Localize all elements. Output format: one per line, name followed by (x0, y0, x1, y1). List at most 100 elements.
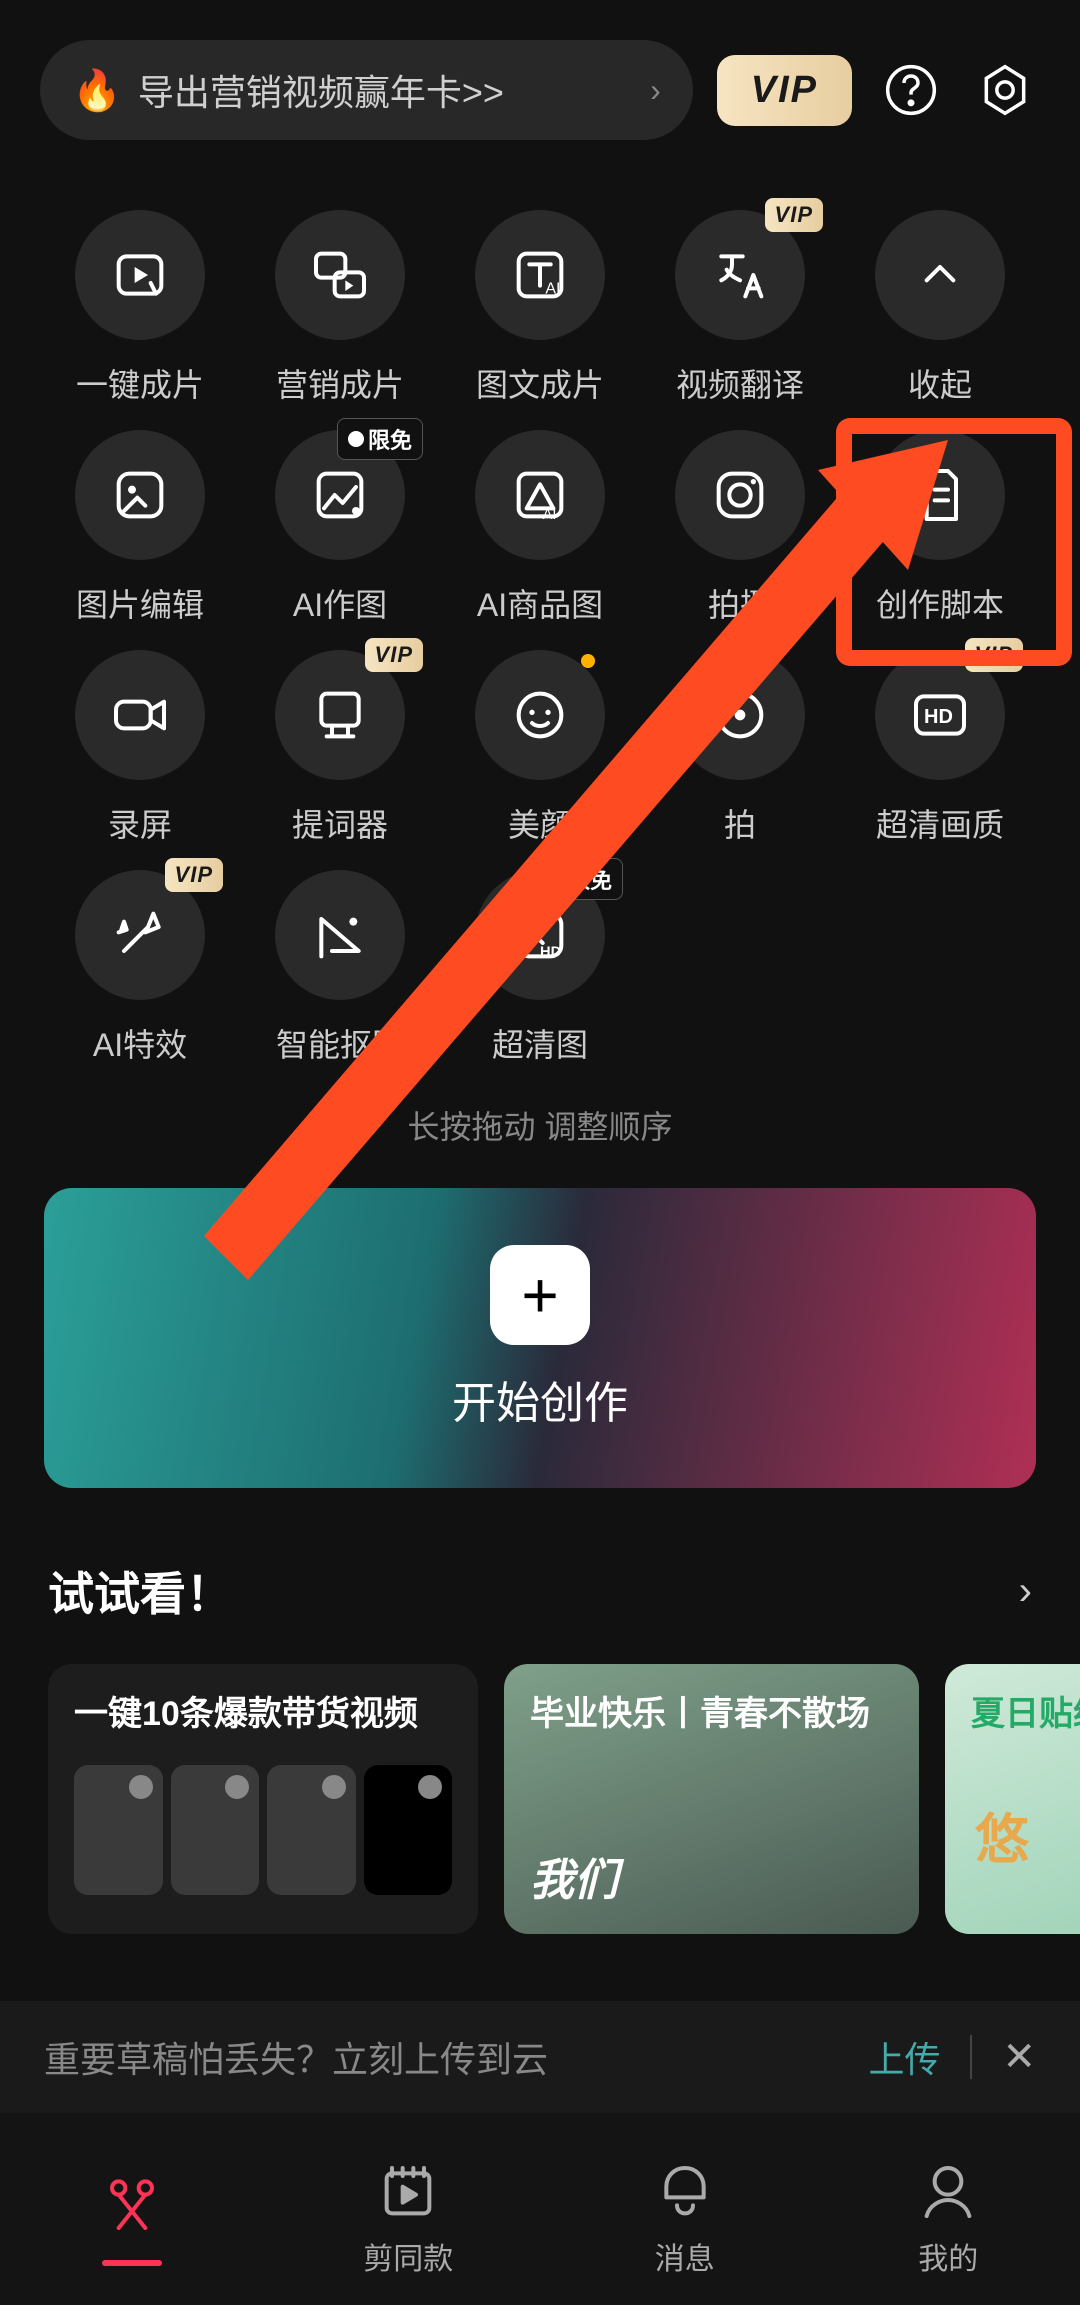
tool-label: 超清画质 (876, 800, 1004, 846)
svg-text:HD: HD (924, 706, 953, 728)
upload-bar: 重要草稿怕丢失？立刻上传到云 上传 ✕ (0, 2001, 1080, 2113)
card-title: 一键10条爆款带货视频 (74, 1686, 452, 1735)
notification-dot (581, 654, 595, 668)
template-card[interactable]: 一键10条爆款带货视频 (48, 1664, 478, 1934)
tool-label: AI商品图 (477, 580, 603, 626)
prompter-icon: VIP (275, 650, 405, 780)
create-label: 开始创作 (452, 1367, 628, 1431)
tool-text-ai[interactable]: AI 图文成片 (440, 210, 640, 406)
tool-translate[interactable]: VIP 视频翻译 (640, 210, 840, 406)
record-icon (75, 650, 205, 780)
tool-ai-product[interactable]: AI AI商品图 (440, 430, 640, 626)
thumb (171, 1765, 260, 1895)
nav-template[interactable]: 剪同款 (363, 2160, 453, 2278)
tool-label: 超清图 (492, 1020, 588, 1066)
upload-text: 重要草稿怕丢失？立刻上传到云 (44, 2031, 548, 2083)
collapse-icon (875, 210, 1005, 340)
promo-text: 导出营销视频赢年卡>> (138, 64, 504, 116)
tool-label: 录屏 (108, 800, 172, 846)
tool-label: 一键成片 (76, 360, 204, 406)
close-icon[interactable]: ✕ (1002, 2034, 1036, 2080)
tool-label: 图片编辑 (76, 580, 204, 626)
tool-video-flash[interactable]: 一键成片 (40, 210, 240, 406)
nav-profile[interactable]: 我的 (916, 2160, 980, 2278)
tool-ai-fx[interactable]: VIP AI特效 (40, 870, 240, 1066)
bottom-nav: 剪同款 消息 我的 (0, 2113, 1080, 2305)
card-overlay: 我们 (530, 1844, 618, 1908)
camera-icon (675, 430, 805, 560)
card-title: 毕业快乐丨青春不散场 (530, 1686, 893, 1735)
tool-pic-edit[interactable]: 图片编辑 (40, 430, 240, 626)
ai-fx-icon: VIP (75, 870, 205, 1000)
thumb (267, 1765, 356, 1895)
ai-product-icon: AI (475, 430, 605, 560)
tool-label: 视频翻译 (676, 360, 804, 406)
tool-label: 提词器 (292, 800, 388, 846)
plus-icon[interactable]: + (490, 1245, 590, 1345)
tool-label: 营销成片 (276, 360, 404, 406)
pic-edit-icon (75, 430, 205, 560)
settings-icon[interactable] (970, 55, 1040, 125)
tool-label: 智能抠图 (276, 1020, 404, 1066)
tool-label: 拍摄 (708, 580, 772, 626)
tool-label: AI作图 (293, 580, 387, 626)
thumb (364, 1765, 453, 1895)
thumb (74, 1765, 163, 1895)
tool-collapse[interactable]: 收起 (840, 210, 1040, 406)
nav-edit[interactable] (100, 2172, 164, 2266)
nav-label: 剪同款 (363, 2234, 453, 2278)
card-title: 夏日贴纸 (971, 1686, 1080, 1735)
divider (970, 2035, 972, 2079)
section-title: 试试看！ (48, 1558, 232, 1624)
video-flash-icon (75, 210, 205, 340)
create-card[interactable]: + 开始创作 (44, 1188, 1036, 1488)
template-card[interactable]: 毕业快乐丨青春不散场 我们 (504, 1664, 919, 1934)
tool-hd[interactable]: HDVIP 超清画质 (840, 650, 1040, 846)
snap-icon (675, 650, 805, 780)
help-icon[interactable] (876, 55, 946, 125)
nav-messages[interactable]: 消息 (653, 2160, 717, 2278)
promo-pill[interactable]: 🔥 导出营销视频赢年卡>> › (40, 40, 693, 140)
nav-label: 我的 (918, 2234, 978, 2278)
card-overlay: 悠 (975, 1795, 1029, 1874)
vip-badge[interactable]: VIP (717, 55, 852, 126)
hd-pic-icon: HD限免 (475, 870, 605, 1000)
hd-icon: HDVIP (875, 650, 1005, 780)
nav-underline (102, 2260, 162, 2266)
tool-snap[interactable]: 拍 (640, 650, 840, 846)
tool-label: 收起 (908, 360, 972, 406)
tool-label: 拍 (724, 800, 756, 846)
tool-cutout[interactable]: 智能抠图 (240, 870, 440, 1066)
text-ai-icon: AI (475, 210, 605, 340)
tool-label: AI特效 (93, 1020, 187, 1066)
vip-tag-icon: VIP (365, 638, 423, 672)
tool-label: 美颜 (508, 800, 572, 846)
tool-marketing[interactable]: 营销成片 (240, 210, 440, 406)
annotation-highlight-box (836, 418, 1072, 666)
tool-hd-pic[interactable]: HD限免 超清图 (440, 870, 640, 1066)
free-tag-icon: 限免 (337, 418, 423, 460)
svg-text:AI: AI (543, 507, 557, 523)
tool-record[interactable]: 录屏 (40, 650, 240, 846)
vip-tag-icon: VIP (765, 198, 823, 232)
chevron-right-icon: › (650, 72, 661, 109)
top-bar: 🔥 导出营销视频赢年卡>> › VIP (0, 0, 1080, 170)
tool-camera[interactable]: 拍摄 (640, 430, 840, 626)
svg-text:AI: AI (545, 281, 560, 298)
card-row: 一键10条爆款带货视频 毕业快乐丨青春不散场 我们 夏日贴纸 悠 (0, 1664, 1080, 1934)
tool-prompter[interactable]: VIP 提词器 (240, 650, 440, 846)
tool-ai-draw[interactable]: 限免 AI作图 (240, 430, 440, 626)
section-header: 试试看！ › (0, 1488, 1080, 1664)
free-tag-icon: 限免 (537, 858, 623, 900)
translate-icon: VIP (675, 210, 805, 340)
template-card[interactable]: 夏日贴纸 悠 (945, 1664, 1080, 1934)
marketing-icon (275, 210, 405, 340)
cutout-icon (275, 870, 405, 1000)
svg-text:HD: HD (540, 944, 561, 960)
beauty-icon (475, 650, 605, 780)
flame-icon: 🔥 (72, 67, 122, 114)
upload-button[interactable]: 上传 (868, 2031, 940, 2083)
nav-label: 消息 (655, 2234, 715, 2278)
chevron-right-icon[interactable]: › (1019, 1569, 1032, 1614)
tool-beauty[interactable]: 美颜 (440, 650, 640, 846)
